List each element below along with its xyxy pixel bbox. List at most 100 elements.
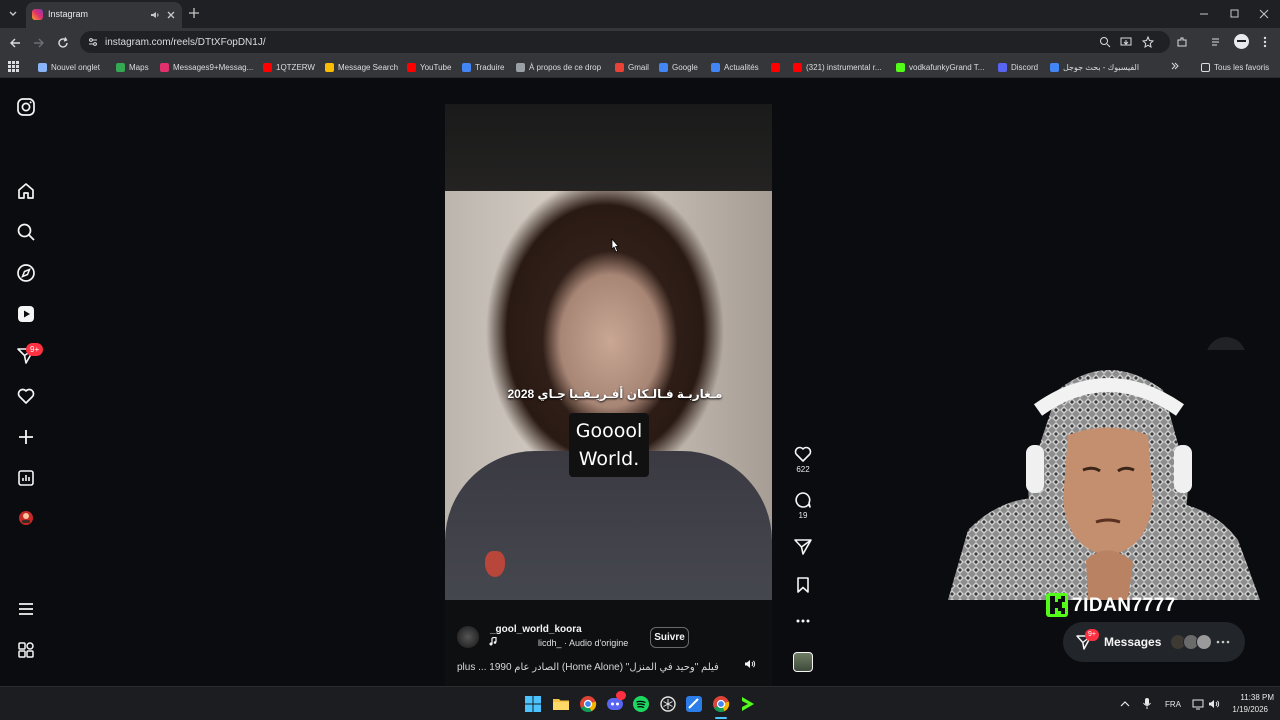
author-avatar[interactable] [457,626,479,648]
chrome-active-icon[interactable] [712,695,730,713]
share-action[interactable] [792,538,814,556]
audio-thumbnail[interactable] [793,652,813,672]
comment-action[interactable]: 19 [792,491,814,520]
bookmark-item[interactable]: vodkafunkyGrand T... [896,60,984,74]
reload-icon[interactable] [56,36,70,50]
windows-start-icon[interactable] [524,695,542,713]
dashboard-icon[interactable] [16,468,36,488]
music-note-icon [489,637,497,646]
install-app-icon[interactable] [1120,36,1132,48]
audio-label[interactable]: licdh_ · Audio d'origine [538,638,628,648]
profile-avatar-icon[interactable] [1234,34,1249,49]
video-shirt-logo [485,551,505,577]
share-paper-plane-icon[interactable] [792,538,814,556]
bookmark-label: الفيسبوك - بحث جوجل [1063,62,1140,72]
clock-date[interactable]: 1/19/2026 [1226,705,1268,714]
minimize-window-icon[interactable] [1198,8,1210,20]
all-bookmarks-folder[interactable]: Tous les favoris [1201,60,1269,74]
notifications-heart-icon[interactable] [16,386,36,406]
bookmark-item[interactable]: Message Search [325,60,398,74]
bookmark-item[interactable]: Google [659,60,698,74]
bookmark-item[interactable]: Gmail [615,60,649,74]
address-bar[interactable]: instagram.com/reels/DTtXFopDN1J/ [80,31,1170,53]
bookmark-item[interactable]: À propos de ce drop [516,60,601,74]
comment-count: 19 [798,511,808,520]
folder-icon [1201,62,1210,72]
bookmark-label: Messages9+Messag... [173,62,254,72]
spotify-icon[interactable] [632,695,650,713]
bookmark-item[interactable]: Maps [116,60,149,74]
bookmark-item[interactable]: Nouvel onglet [38,60,100,74]
instagram-logo-icon[interactable] [16,97,36,117]
close-window-icon[interactable] [1258,8,1270,20]
more-menu-icon[interactable] [16,599,36,619]
profile-avatar[interactable] [16,508,36,528]
bookmark-item[interactable]: Messages9+Messag... [160,60,253,74]
follow-button[interactable]: Suivre [650,627,689,648]
bookmark-favicon-icon [711,62,720,72]
site-info-icon[interactable] [88,37,98,47]
reel-top-area [445,104,772,191]
messages-button[interactable]: 9+ Messages [1063,622,1245,662]
bookmark-item[interactable]: (321) instrumental r... [793,60,882,74]
network-icon[interactable] [1192,698,1204,710]
bookmark-item[interactable]: 1QTZERW [263,60,315,74]
explore-compass-icon[interactable] [16,263,36,283]
chatgpt-icon[interactable] [659,695,677,713]
all-bookmarks-label: Tous les favoris [1214,62,1270,72]
back-icon[interactable] [8,36,22,50]
create-plus-icon[interactable] [16,427,36,447]
extensions-icon[interactable] [1176,36,1188,48]
more-options-action[interactable] [792,616,814,626]
tab-search-icon[interactable] [6,7,20,21]
close-tab-icon[interactable] [166,10,176,20]
author-username[interactable]: _gool_world_koora [490,624,582,635]
restore-window-icon[interactable] [1228,8,1240,20]
bookmark-star-icon[interactable] [1142,36,1154,48]
bookmark-item[interactable]: Actualités [711,60,759,74]
bookmark-item[interactable]: الفيسبوك - بحث جوجل [1050,60,1139,74]
bookmarks-overflow-icon[interactable] [1170,61,1180,71]
chrome-menu-icon[interactable] [1262,36,1268,48]
new-tab-icon[interactable] [188,7,200,19]
save-action[interactable] [792,576,814,594]
bookmark-item[interactable]: YouTube [407,60,451,74]
file-explorer-icon[interactable] [552,695,570,713]
bookmark-favicon-icon [615,62,624,72]
speaker-icon[interactable] [150,10,160,20]
chrome-icon[interactable] [579,695,597,713]
like-action[interactable]: 622 [792,445,814,474]
video-arabic-caption: مـغاربـة فـالـكان أفـريـقـيا جـاي 2028 [507,387,723,401]
also-from-meta-icon[interactable] [16,640,36,660]
apps-grid-icon[interactable] [8,61,19,72]
image-editor-icon[interactable] [685,695,703,713]
kick-app-icon[interactable] [739,695,757,713]
tray-overflow-icon[interactable] [1120,699,1130,709]
forward-icon[interactable] [32,36,46,50]
more-dots-icon[interactable] [792,616,814,626]
bookmark-item[interactable]: Discord [998,60,1038,74]
home-icon[interactable] [16,181,36,201]
zoom-icon[interactable] [1099,36,1111,48]
bookmark-item[interactable]: Traduire [462,60,505,74]
search-icon[interactable] [16,222,36,242]
comment-bubble-icon[interactable] [792,491,814,509]
tab-instagram[interactable]: Instagram [26,2,182,28]
like-heart-icon[interactable] [792,445,814,463]
language-indicator[interactable]: FRA [1165,700,1181,709]
media-controls-icon[interactable] [1211,36,1223,48]
bookmark-label: Traduire [475,62,505,72]
reel-caption[interactable]: فيلم "وحيد في المنزل" (Home Alone) الصاد… [457,662,737,673]
speaker-mute-icon[interactable] [744,658,756,670]
windows-taskbar: FRA 11:38 PM 1/19/2026 [0,686,1280,720]
microphone-icon[interactable] [1142,697,1152,710]
discord-icon[interactable] [606,691,626,713]
reels-icon[interactable] [16,304,36,324]
bookmark-label: (321) instrumental r... [806,62,882,72]
bookmark-favicon-icon [771,62,780,72]
bookmark-icon[interactable] [792,576,814,594]
bookmark-item[interactable] [771,60,784,74]
volume-icon[interactable] [1208,698,1220,710]
clock-time[interactable]: 11:38 PM [1234,693,1274,702]
video-overlay-text-box: Gooool World. [569,413,649,477]
